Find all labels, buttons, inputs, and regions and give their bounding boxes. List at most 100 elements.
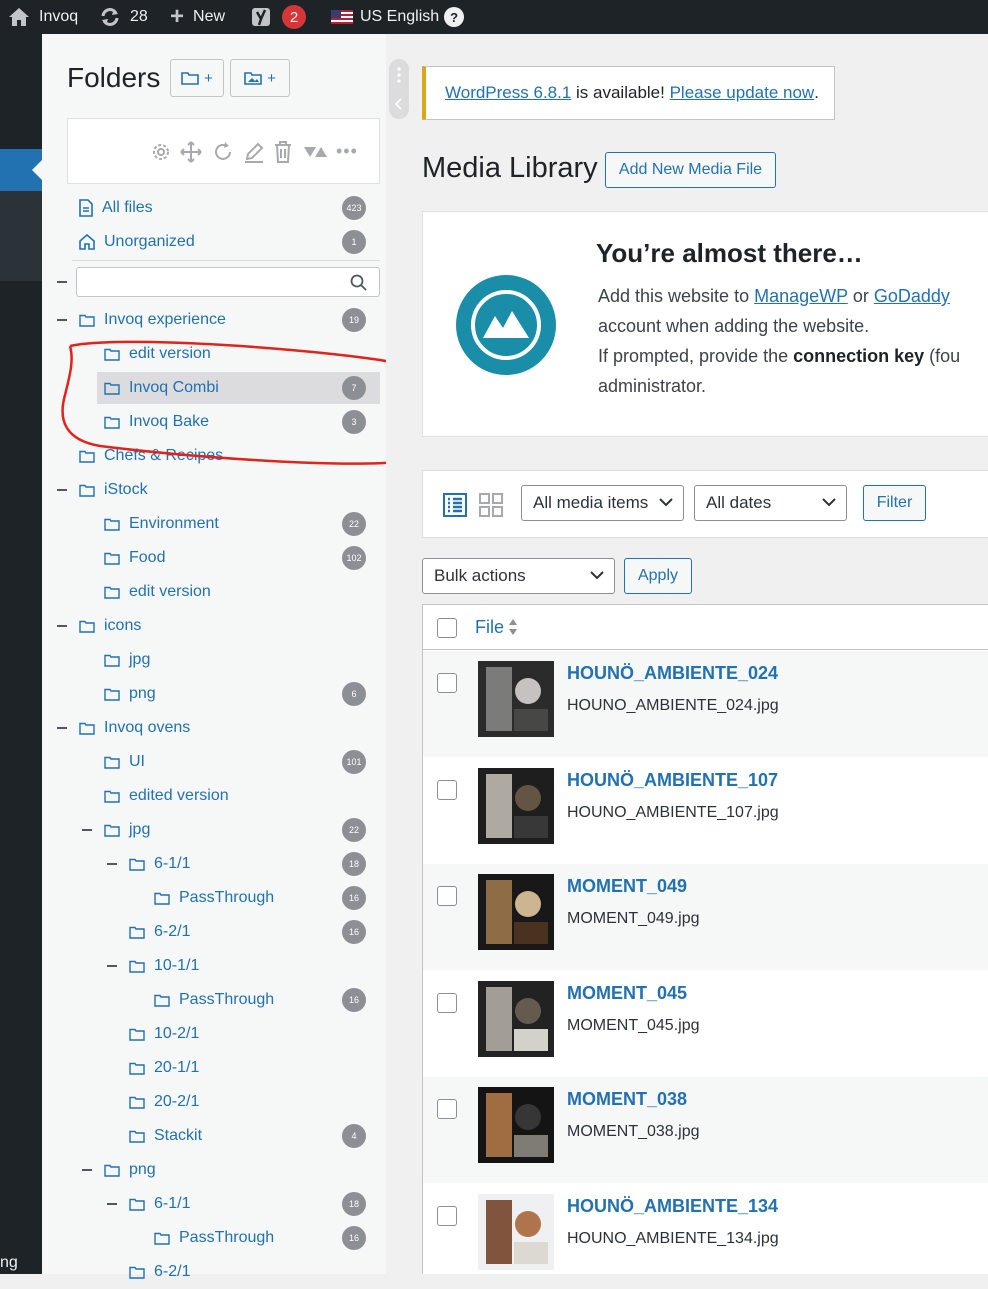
media-thumbnail[interactable] — [478, 874, 554, 950]
folder-tree-item[interactable]: 10-1/1 — [129, 949, 199, 983]
wp-version-link[interactable]: WordPress 6.8.1 — [445, 83, 571, 103]
new-gallery-folder-button[interactable]: + — [230, 59, 290, 97]
apply-button[interactable]: Apply — [624, 558, 692, 594]
folder-tree-item[interactable]: 6-1/1 — [129, 1187, 190, 1221]
folder-tree-item[interactable]: 6-1/1 — [129, 847, 190, 881]
folder-tree-item[interactable]: PassThrough — [154, 1221, 274, 1255]
list-view-icon[interactable] — [443, 493, 467, 517]
media-thumbnail[interactable] — [478, 980, 554, 1057]
updates-link[interactable]: 28 — [99, 0, 148, 34]
row-checkbox[interactable] — [437, 1099, 457, 1119]
search-icon[interactable] — [350, 274, 367, 291]
media-type-select[interactable]: All media items — [521, 485, 684, 521]
move-icon[interactable] — [180, 141, 202, 163]
collapse-arrow-icon[interactable] — [394, 98, 402, 110]
folder-tree-item[interactable]: iStock — [79, 473, 148, 507]
site-home-link[interactable]: Invoq — [8, 0, 78, 34]
folder-tree-item[interactable]: Invoq ovens — [79, 711, 190, 745]
folder-tree-item[interactable]: 6-2/1 — [129, 1255, 190, 1289]
folder-count-badge: 16 — [342, 920, 366, 944]
media-thumbnail[interactable] — [478, 1087, 554, 1163]
folder-tree-item[interactable]: edit version — [104, 337, 211, 371]
row-checkbox[interactable] — [437, 779, 457, 800]
media-title-link[interactable]: HOUNÖ_AMBIENTE_107 — [567, 770, 778, 791]
folder-label: UI — [129, 753, 145, 770]
folder-tree-item[interactable]: Environment — [104, 507, 219, 541]
tree-collapse-toggle[interactable] — [107, 965, 117, 967]
media-filename: HOUNO_AMBIENTE_134.jpg — [567, 1229, 779, 1247]
row-checkbox[interactable] — [437, 673, 457, 693]
delete-icon[interactable] — [273, 141, 293, 163]
all-files-item[interactable]: All files — [79, 191, 153, 225]
new-folder-button[interactable]: + — [170, 59, 224, 97]
folder-icon — [104, 552, 120, 565]
folder-tree-item[interactable]: 10-2/1 — [129, 1017, 199, 1051]
folder-tree-item[interactable]: Chefs & Recipes — [79, 439, 223, 473]
folder-tree-item[interactable]: jpg — [104, 813, 150, 847]
media-title-link[interactable]: MOMENT_049 — [567, 876, 687, 897]
bulk-actions-select[interactable]: Bulk actions — [422, 558, 615, 594]
folder-tree-item[interactable]: 6-2/1 — [129, 915, 190, 949]
add-new-media-button[interactable]: Add New Media File — [605, 152, 776, 188]
folder-tree-item[interactable]: PassThrough — [154, 881, 274, 915]
folder-label: 6-1/1 — [154, 1195, 191, 1212]
tree-collapse-toggle[interactable] — [82, 829, 92, 831]
update-notice: WordPress 6.8.1 is available! Please upd… — [422, 66, 835, 120]
folder-tree-item[interactable]: Stackit — [129, 1119, 202, 1153]
folder-tree-item[interactable]: Invoq experience — [79, 303, 226, 337]
more-icon[interactable]: ••• — [336, 141, 358, 162]
notice-end: . — [814, 83, 819, 102]
row-checkbox[interactable] — [437, 886, 457, 906]
update-now-link[interactable]: Please update now — [670, 83, 815, 103]
tree-collapse-toggle[interactable] — [82, 1169, 92, 1171]
media-title-link[interactable]: HOUNÖ_AMBIENTE_024 — [567, 663, 778, 684]
language-switcher[interactable]: US English ? — [331, 0, 465, 34]
folder-tree-item[interactable]: Invoq Bake — [104, 405, 209, 439]
media-thumbnail[interactable] — [478, 767, 554, 844]
file-column-header[interactable]: File — [475, 617, 504, 638]
filter-button[interactable]: Filter — [863, 485, 926, 521]
tree-collapse-toggle[interactable] — [107, 1203, 117, 1205]
folder-tree-item[interactable]: icons — [79, 609, 141, 643]
settings-icon[interactable] — [150, 141, 172, 163]
media-title-link[interactable]: MOMENT_045 — [567, 983, 687, 1004]
media-title-link[interactable]: HOUNÖ_AMBIENTE_134 — [567, 1196, 778, 1217]
folder-tree-item[interactable]: 20-1/1 — [129, 1051, 199, 1085]
tree-collapse-toggle[interactable] — [107, 863, 117, 865]
help-icon[interactable]: ? — [444, 7, 465, 27]
panel-splitter[interactable] — [386, 34, 412, 1274]
godaddy-link[interactable]: GoDaddy — [874, 286, 950, 306]
managewp-link[interactable]: ManageWP — [754, 286, 848, 306]
tree-collapse-toggle[interactable] — [57, 489, 67, 491]
folder-tree-item[interactable]: png — [104, 677, 156, 711]
folder-tree-item[interactable]: Food — [104, 541, 165, 575]
grid-view-icon[interactable] — [479, 493, 503, 517]
folder-tree-item[interactable]: png — [104, 1153, 156, 1187]
row-checkbox[interactable] — [437, 992, 457, 1013]
collapse-all-toggle[interactable] — [57, 281, 67, 283]
refresh-icon[interactable] — [212, 141, 234, 163]
tree-collapse-toggle[interactable] — [57, 319, 67, 321]
row-checkbox[interactable] — [437, 1205, 457, 1226]
select-all-checkbox[interactable] — [437, 618, 457, 638]
folder-tree-item[interactable]: edit version — [104, 575, 211, 609]
media-title-link[interactable]: MOMENT_038 — [567, 1089, 687, 1110]
sort-icon[interactable] — [508, 617, 518, 637]
tree-collapse-toggle[interactable] — [57, 727, 67, 729]
folder-tree-item[interactable]: Invoq Combi — [104, 371, 219, 405]
yoast-menu[interactable]: 2 — [251, 0, 306, 34]
sort-icon[interactable] — [303, 145, 327, 159]
folder-tree-item[interactable]: jpg — [104, 643, 150, 677]
folder-tree-item[interactable]: UI — [104, 745, 145, 779]
folder-tree-item[interactable]: PassThrough — [154, 983, 274, 1017]
rename-icon[interactable] — [243, 141, 265, 163]
folder-search-input[interactable] — [81, 271, 341, 293]
dates-select[interactable]: All dates — [694, 485, 847, 521]
unorganized-item[interactable]: Unorganized — [79, 225, 195, 259]
folder-tree-item[interactable]: 20-2/1 — [129, 1085, 199, 1119]
media-thumbnail[interactable] — [478, 661, 554, 737]
new-content-link[interactable]: + New — [170, 0, 225, 34]
media-thumbnail[interactable] — [478, 1193, 554, 1270]
tree-collapse-toggle[interactable] — [57, 625, 67, 627]
folder-tree-item[interactable]: edited version — [104, 779, 229, 813]
